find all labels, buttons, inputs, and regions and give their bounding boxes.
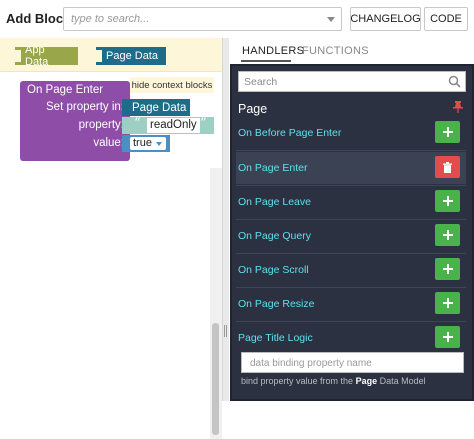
block-workspace[interactable]: App Data Page Data hide context blocks O… (0, 38, 222, 439)
app-data-context-block[interactable]: App Data (15, 44, 78, 68)
chevron-down-icon (156, 142, 162, 146)
handler-label[interactable]: Page Title Logic (238, 332, 313, 344)
context-blocks-strip: App Data Page Data (0, 38, 222, 72)
close-quote-icon: ” (200, 116, 207, 131)
handler-row[interactable]: On Page Query (236, 220, 466, 252)
plus-icon (442, 230, 453, 240)
property-string-field[interactable]: readOnly (147, 118, 200, 133)
set-property-in-label: Set property in: (46, 101, 124, 113)
handler-row[interactable]: On Page Scroll (236, 254, 466, 286)
boolean-block[interactable]: true (122, 135, 170, 152)
hide-context-blocks-link[interactable]: hide context blocks (130, 77, 214, 93)
binding-help-suffix: Data Model (379, 376, 426, 386)
block-search-input[interactable] (64, 8, 319, 30)
page-data-target-block[interactable]: Page Data (122, 99, 190, 116)
page-data-label: Page Data (106, 50, 158, 62)
block-notch (96, 50, 102, 62)
divider (236, 150, 466, 151)
section-title-page: Page (238, 102, 268, 116)
handler-row[interactable]: On Page Resize (236, 288, 466, 320)
plus-icon (442, 264, 453, 274)
handler-label[interactable]: On Page Query (238, 230, 311, 242)
open-quote-icon: “ (134, 116, 141, 131)
delete-handler-button[interactable] (435, 156, 460, 178)
handler-label[interactable]: On Before Page Enter (238, 127, 341, 139)
handler-search-input[interactable] (239, 72, 444, 91)
panel-tabs: HANDLERS FUNCTIONS (229, 38, 474, 64)
chevron-down-icon[interactable] (327, 17, 335, 22)
handler-search-field[interactable] (238, 71, 466, 92)
plus-icon (442, 127, 453, 137)
event-block-label: On Page Enter (27, 84, 104, 96)
tab-functions[interactable]: FUNCTIONS (302, 45, 369, 57)
toolbar: Add Block: CHANGELOG CODE (0, 0, 474, 38)
add-handler-button[interactable] (435, 190, 460, 212)
property-label: property: (78, 119, 124, 131)
add-handler-button[interactable] (435, 121, 460, 143)
trash-icon (443, 161, 452, 173)
plus-icon (442, 332, 453, 342)
handler-label[interactable]: On Page Resize (238, 298, 314, 310)
value-label: value: (93, 137, 124, 149)
handlers-panel: HANDLERS FUNCTIONS Page On Before Page E… (229, 38, 474, 401)
app-data-label: App Data (25, 44, 49, 68)
changelog-button[interactable]: CHANGELOG (350, 7, 421, 31)
string-block[interactable]: “ readOnly ” (122, 116, 214, 134)
data-binding-field[interactable] (241, 352, 464, 373)
handler-row-active[interactable]: On Page Enter (236, 152, 466, 184)
drag-handle-icon[interactable] (224, 325, 227, 337)
set-property-block[interactable]: Set property in: property: value: (34, 98, 130, 156)
plus-icon (442, 298, 453, 308)
add-handler-button[interactable] (435, 224, 460, 246)
handler-label[interactable]: On Page Enter (238, 162, 307, 174)
tab-handlers[interactable]: HANDLERS (242, 45, 304, 57)
handlers-list-container: Page On Before Page Enter On Page Enter (230, 64, 474, 401)
data-binding-input[interactable] (242, 354, 463, 373)
plus-icon (442, 196, 453, 206)
binding-help-bold: Page (355, 376, 378, 386)
add-handler-button[interactable] (435, 326, 460, 348)
binding-help-prefix: bind property value from the (241, 376, 354, 386)
handler-row[interactable]: On Page Leave (236, 186, 466, 218)
workspace-scrollbar-thumb[interactable] (212, 323, 219, 435)
page-data-context-block[interactable]: Page Data (96, 47, 166, 65)
active-tab-indicator (241, 60, 291, 62)
handler-label[interactable]: On Page Scroll (238, 264, 309, 276)
binding-help-text: bind property value from the Page Data M… (241, 376, 426, 386)
boolean-value: true (133, 137, 152, 149)
pin-icon[interactable] (453, 101, 463, 113)
handler-row[interactable]: Page Title Logic (236, 322, 466, 354)
add-handler-button[interactable] (435, 292, 460, 314)
block-notch (15, 50, 21, 62)
handler-label[interactable]: On Page Leave (238, 196, 311, 208)
panel-splitter[interactable] (222, 38, 229, 401)
block-search-dropdown[interactable] (63, 7, 342, 31)
handler-row[interactable]: On Before Page Enter (236, 117, 466, 149)
code-button[interactable]: CODE (424, 7, 468, 31)
search-icon (448, 75, 461, 88)
add-handler-button[interactable] (435, 258, 460, 280)
boolean-dropdown[interactable]: true (130, 137, 166, 150)
